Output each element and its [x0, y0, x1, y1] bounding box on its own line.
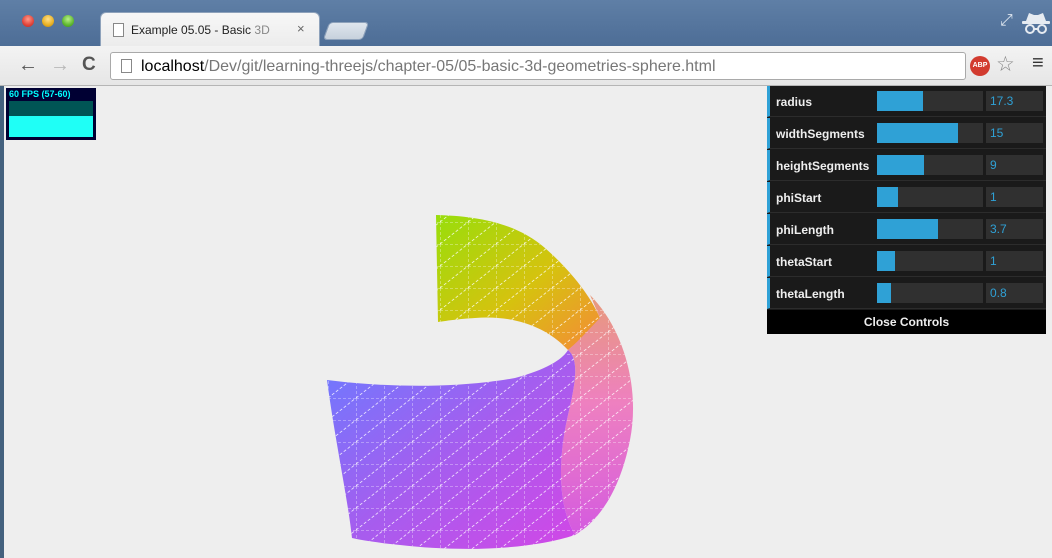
control-label: radius	[776, 95, 813, 109]
tab-title: Example 05.05 - Basic 3D	[131, 23, 270, 37]
back-icon[interactable]: ←	[18, 53, 38, 77]
url-text[interactable]: localhost/Dev/git/learning-threejs/chapt…	[141, 58, 716, 76]
control-slider[interactable]	[877, 155, 983, 175]
control-slider[interactable]	[877, 283, 983, 303]
address-bar[interactable]: localhost/Dev/git/learning-threejs/chapt…	[110, 52, 966, 80]
control-label: thetaStart	[776, 255, 833, 269]
titlebar-icons: ⤢	[1000, 8, 1052, 38]
control-label: heightSegments	[776, 159, 870, 173]
controls-panel: radius 17.3 widthSegments 15 heightSegme…	[767, 86, 1046, 334]
browser-tab[interactable]: Example 05.05 - Basic 3D ×	[100, 12, 320, 46]
slider-fill	[877, 123, 958, 143]
slider-fill	[877, 219, 939, 239]
fps-label: 60 FPS (57-60)	[9, 89, 71, 99]
fps-graph	[9, 101, 93, 137]
control-row-thetaStart: thetaStart 1	[767, 246, 1046, 277]
control-value-input[interactable]: 1	[986, 251, 1043, 271]
control-slider[interactable]	[877, 91, 983, 111]
control-row-heightSegments: heightSegments 9	[767, 150, 1046, 181]
slider-fill	[877, 187, 899, 207]
control-label: thetaLength	[776, 287, 845, 301]
adblock-icon[interactable]: ABP	[970, 56, 990, 76]
window-close-button[interactable]	[22, 15, 34, 27]
control-row-widthSegments: widthSegments 15	[767, 118, 1046, 149]
control-slider[interactable]	[877, 251, 983, 271]
control-slider[interactable]	[877, 123, 983, 143]
url-host: localhost	[141, 58, 205, 75]
control-value-input[interactable]: 9	[986, 155, 1043, 175]
control-label: phiStart	[776, 191, 822, 205]
sphere-geometry-render	[327, 215, 634, 549]
control-label: widthSegments	[776, 127, 865, 141]
fps-graph-bar	[9, 116, 93, 137]
slider-fill	[877, 91, 923, 111]
window-minimize-button[interactable]	[42, 15, 54, 27]
control-value-input[interactable]: 17.3	[986, 91, 1043, 111]
reload-icon[interactable]: C	[82, 53, 96, 77]
menu-icon[interactable]: ≡	[1032, 52, 1044, 75]
slider-fill	[877, 283, 891, 303]
window-maximize-button[interactable]	[62, 15, 74, 27]
new-tab-button[interactable]	[322, 22, 370, 40]
control-slider[interactable]	[877, 219, 983, 239]
close-controls-button[interactable]: Close Controls	[767, 310, 1046, 334]
browser-titlebar: Example 05.05 - Basic 3D × ⤢	[0, 0, 1052, 46]
url-path: /Dev/git/learning-threejs/chapter-05/05-…	[204, 58, 716, 75]
star-icon[interactable]: ☆	[996, 52, 1015, 77]
control-row-phiLength: phiLength 3.7	[767, 214, 1046, 245]
control-value-input[interactable]: 15	[986, 123, 1043, 143]
control-value-input[interactable]: 3.7	[986, 219, 1043, 239]
page-icon	[113, 23, 124, 37]
fps-stats-panel[interactable]: 60 FPS (57-60)	[6, 88, 96, 140]
control-label: phiLength	[776, 223, 834, 237]
browser-toolbar: ← → C localhost/Dev/git/learning-threejs…	[0, 46, 1052, 86]
control-slider[interactable]	[877, 187, 983, 207]
tab-title-faded: 3D	[254, 23, 270, 37]
incognito-icon	[1022, 13, 1050, 34]
forward-icon[interactable]: →	[50, 53, 70, 77]
slider-fill	[877, 251, 896, 271]
tab-title-text: Example 05.05 - Basic	[131, 23, 255, 37]
fullscreen-icon[interactable]: ⤢	[1000, 12, 1013, 30]
slider-fill	[877, 155, 924, 175]
tab-close-button[interactable]: ×	[297, 21, 305, 36]
page-icon	[121, 59, 132, 73]
control-row-phiStart: phiStart 1	[767, 182, 1046, 213]
control-row-radius: radius 17.3	[767, 86, 1046, 117]
control-row-thetaLength: thetaLength 0.8	[767, 278, 1046, 309]
control-value-input[interactable]: 0.8	[986, 283, 1043, 303]
control-value-input[interactable]: 1	[986, 187, 1043, 207]
